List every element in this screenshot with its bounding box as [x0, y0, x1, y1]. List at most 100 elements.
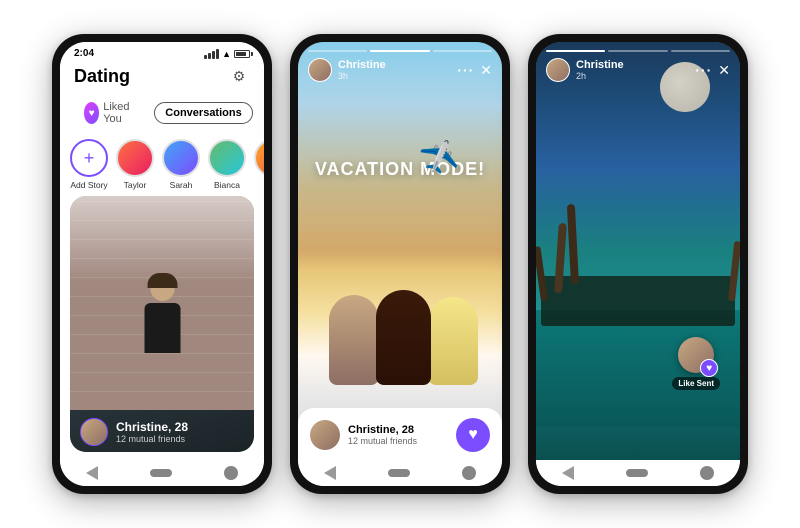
stories-row: + Add Story Taylor Sarah Bianca Sp [60, 133, 264, 196]
story-item-sarah[interactable]: Sarah [162, 139, 200, 190]
recents-btn-2[interactable] [462, 466, 476, 480]
status-icons-1: ▲ [204, 49, 250, 59]
bianca-label: Bianca [214, 180, 240, 190]
beach-background [298, 42, 502, 460]
story-user-info-2: Christine 3h [308, 58, 386, 82]
progress-seg-3-2 [608, 50, 667, 52]
profile-text-info: Christine, 28 12 mutual friends [116, 420, 188, 444]
phone-2-screen: Christine 3h ··· ✕ VACATION MODE! ✈️ [298, 42, 502, 486]
story-item-add[interactable]: + Add Story [70, 139, 108, 190]
story-screen-3[interactable]: Christine 2h ··· ✕ ♥ Like Sent [536, 42, 740, 460]
sitting-head [150, 277, 174, 301]
tab-liked-you[interactable]: ♥ Liked You [74, 97, 146, 129]
dating-header: Dating ⚙ [60, 61, 264, 93]
add-story-btn[interactable]: + [70, 139, 108, 177]
story-user-details-3: Christine 2h [576, 59, 624, 81]
profile-mini-avatar [80, 418, 108, 446]
back-btn-1[interactable] [86, 466, 98, 480]
nav-bar-3 [536, 460, 740, 486]
phone-1: 2:04 ▲ Dating ⚙ [52, 34, 272, 494]
nav-bar-2 [298, 460, 502, 486]
story-actions-2: ··· ✕ [457, 62, 492, 78]
story-bottom-name-2: Christine, 28 [348, 424, 417, 436]
sitting-hair [147, 273, 177, 288]
progress-seg-3-1 [546, 50, 605, 52]
wifi-icon-1: ▲ [222, 49, 231, 59]
story-close-2[interactable]: ✕ [480, 63, 492, 77]
gear-icon[interactable]: ⚙ [228, 65, 250, 87]
story-like-btn-2[interactable]: ♥ [456, 418, 490, 452]
heart-badge: ♥ [84, 102, 99, 124]
like-sent-badge: ♥ Like Sent [672, 337, 720, 390]
liked-you-label: Liked You [103, 101, 136, 125]
sarah-label: Sarah [170, 180, 193, 190]
dating-title: Dating [74, 66, 130, 87]
phone-1-screen: 2:04 ▲ Dating ⚙ [60, 42, 264, 486]
story-item-bianca[interactable]: Bianca [208, 139, 246, 190]
status-bar-1: 2:04 ▲ [60, 42, 264, 61]
phone-2: Christine 3h ··· ✕ VACATION MODE! ✈️ [290, 34, 510, 494]
profile-info-bar: Christine, 28 12 mutual friends [70, 410, 254, 452]
profile-person-figure [135, 277, 190, 367]
home-btn-3[interactable] [626, 469, 648, 477]
story-user-info-3: Christine 2h [546, 58, 624, 82]
recents-btn-1[interactable] [224, 466, 238, 480]
signal-bar-2 [208, 53, 211, 59]
status-time-1: 2:04 [74, 48, 94, 59]
conversations-label: Conversations [165, 107, 241, 119]
sitting-body [144, 303, 180, 353]
story-top-bar-2: Christine 3h ··· ✕ [298, 58, 502, 82]
person-1 [329, 295, 379, 385]
progress-seg-2 [370, 50, 429, 52]
like-sent-avatar-container: ♥ [678, 337, 714, 373]
sp-avatar [254, 139, 264, 177]
story-progress-2 [308, 50, 492, 52]
palm-left [541, 246, 548, 301]
profile-mutual-friends: 12 mutual friends [116, 434, 188, 444]
story-dots-2[interactable]: ··· [457, 62, 474, 78]
progress-seg-1 [308, 50, 367, 52]
story-progress-3 [546, 50, 730, 52]
tab-conversations[interactable]: Conversations [154, 102, 252, 124]
sarah-avatar [162, 139, 200, 177]
story-item-taylor[interactable]: Taylor [116, 139, 154, 190]
back-btn-3[interactable] [562, 466, 574, 480]
signal-bar-1 [204, 55, 207, 59]
story-user-details-2: Christine 3h [338, 59, 386, 81]
story-time-2: 3h [338, 71, 386, 81]
story-bottom-info-2: Christine, 28 12 mutual friends [348, 424, 417, 446]
story-top-bar-3: Christine 2h ··· ✕ [536, 58, 740, 82]
story-user-avatar-2 [310, 420, 340, 450]
person-2 [376, 290, 431, 385]
story-bottom-card-2: Christine, 28 12 mutual friends ♥ [298, 408, 502, 460]
story-username-2: Christine [338, 59, 386, 71]
like-heart-overlay: ♥ [700, 359, 718, 377]
story-close-3[interactable]: ✕ [718, 63, 730, 77]
story-user-row-2: Christine, 28 12 mutual friends [310, 420, 417, 450]
person-3 [428, 297, 478, 385]
profile-bg: Christine, 28 12 mutual friends [70, 196, 254, 452]
home-btn-1[interactable] [150, 469, 172, 477]
bianca-avatar [208, 139, 246, 177]
phone-3: Christine 2h ··· ✕ ♥ Like Sent [528, 34, 748, 494]
phone-3-screen: Christine 2h ··· ✕ ♥ Like Sent [536, 42, 740, 486]
profile-name: Christine, 28 [116, 420, 188, 434]
story-dots-3[interactable]: ··· [695, 62, 712, 78]
profile-card[interactable]: Christine, 28 12 mutual friends [70, 196, 254, 452]
progress-seg-3 [433, 50, 492, 52]
story-screen-2[interactable]: Christine 3h ··· ✕ VACATION MODE! ✈️ [298, 42, 502, 460]
signal-bar-3 [212, 51, 215, 59]
signal-bar-4 [216, 49, 219, 59]
nav-bar-1 [60, 460, 264, 486]
stair-background [70, 196, 254, 410]
dating-tabs: ♥ Liked You Conversations [60, 93, 264, 133]
palm-center-left [554, 223, 562, 293]
palm-right [728, 241, 735, 301]
story-item-sp[interactable]: Sp... [254, 139, 264, 190]
pool-background [536, 42, 740, 460]
recents-btn-3[interactable] [700, 466, 714, 480]
story-avatar-2 [308, 58, 332, 82]
taylor-avatar [116, 139, 154, 177]
back-btn-2[interactable] [324, 466, 336, 480]
home-btn-2[interactable] [388, 469, 410, 477]
